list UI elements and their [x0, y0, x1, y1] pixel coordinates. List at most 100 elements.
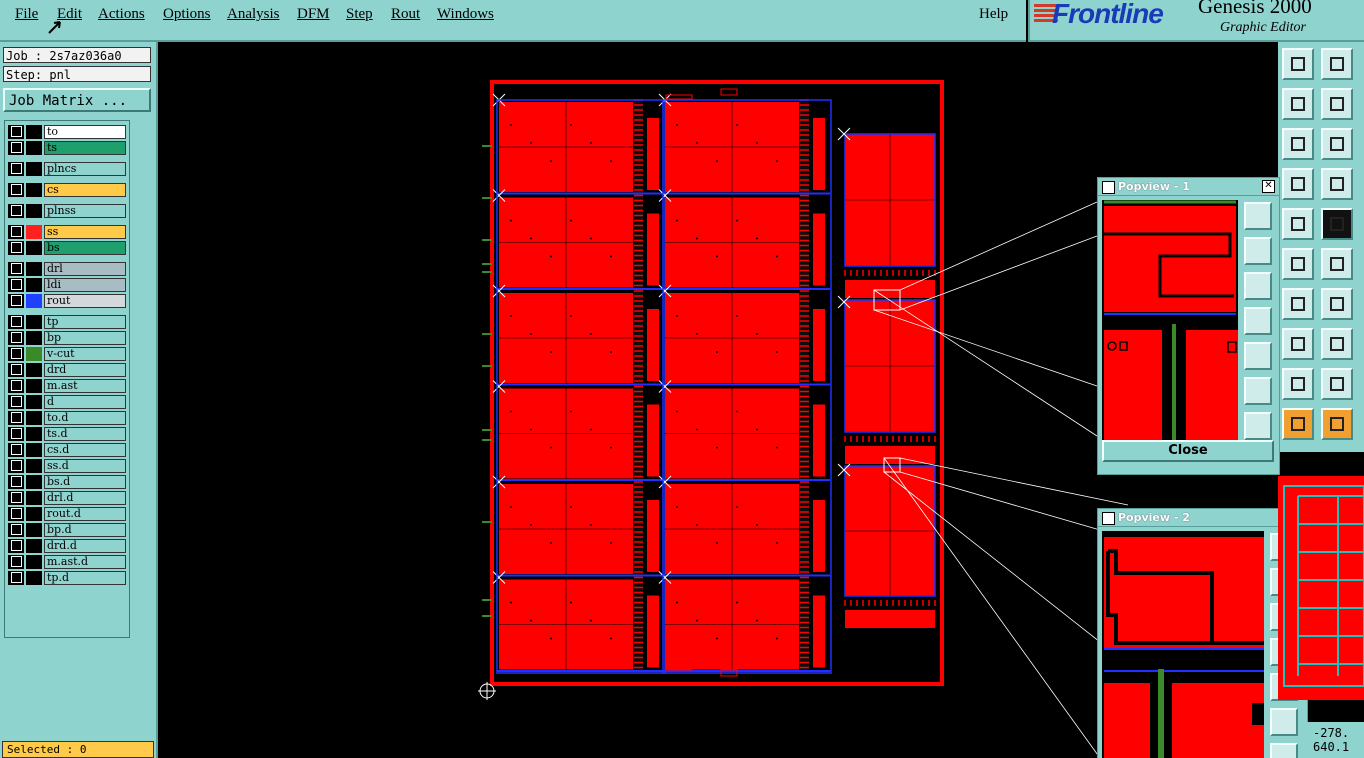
- layer-checkbox[interactable]: [11, 142, 22, 153]
- layer-color-swatch[interactable]: [26, 555, 42, 569]
- layer-name[interactable]: rout.d: [44, 507, 126, 521]
- layer-checkbox[interactable]: [11, 163, 22, 174]
- layer-checkbox[interactable]: [11, 226, 22, 237]
- layer-color-swatch[interactable]: [26, 262, 42, 276]
- delete-icon[interactable]: [1321, 248, 1353, 280]
- layer-color-swatch[interactable]: [26, 294, 42, 308]
- center-icon[interactable]: [1244, 377, 1272, 405]
- layer-checkbox[interactable]: [11, 348, 22, 359]
- layer-checkbox[interactable]: [11, 242, 22, 253]
- layer-color-swatch[interactable]: [26, 347, 42, 361]
- layer-name[interactable]: cs: [44, 183, 126, 197]
- layer-color-swatch[interactable]: [26, 315, 42, 329]
- layer-row-v-cut[interactable]: v-cut: [8, 347, 126, 361]
- polygon-icon[interactable]: [1282, 328, 1314, 360]
- layer-name[interactable]: to.d: [44, 411, 126, 425]
- job-matrix-button[interactable]: Job Matrix ...: [3, 88, 151, 112]
- layer-checkbox[interactable]: [11, 316, 22, 327]
- layer-name[interactable]: drl: [44, 262, 126, 276]
- layer-name[interactable]: bs: [44, 241, 126, 255]
- layer-name[interactable]: m.ast.d: [44, 555, 126, 569]
- cut-icon[interactable]: [1321, 368, 1353, 400]
- arc-icon[interactable]: [1321, 288, 1353, 320]
- pad-icon[interactable]: [1282, 368, 1314, 400]
- layer-color-swatch[interactable]: [26, 475, 42, 489]
- layer-row-ss[interactable]: ss: [8, 225, 126, 239]
- layer-name[interactable]: ts: [44, 141, 126, 155]
- menu-analysis[interactable]: Analysis: [227, 6, 280, 23]
- layer-checkbox[interactable]: [11, 524, 22, 535]
- layer-checkbox[interactable]: [11, 428, 22, 439]
- layer-name[interactable]: cs.d: [44, 443, 126, 457]
- layer-checkbox[interactable]: [11, 556, 22, 567]
- menu-dfm[interactable]: DFM: [297, 6, 330, 23]
- layer-color-swatch[interactable]: [26, 363, 42, 377]
- layer-name[interactable]: d: [44, 395, 126, 409]
- layer-row-rout-d[interactable]: rout.d: [8, 507, 126, 521]
- layer-color-swatch[interactable]: [26, 379, 42, 393]
- window-menu-icon[interactable]: ✕: [1102, 181, 1115, 194]
- layer-color-swatch[interactable]: [26, 162, 42, 176]
- popview-1-view[interactable]: [1102, 200, 1238, 440]
- layer-row-drd[interactable]: drd: [8, 363, 126, 377]
- layer-color-swatch[interactable]: [26, 539, 42, 553]
- layer-color-swatch[interactable]: [26, 427, 42, 441]
- layer-row-bp[interactable]: bp: [8, 331, 126, 345]
- layer-row-m-ast[interactable]: m.ast: [8, 379, 126, 393]
- layer-row-plnss[interactable]: plnss: [8, 204, 126, 218]
- add-feature-icon[interactable]: [1282, 208, 1314, 240]
- layer-checkbox[interactable]: [11, 263, 22, 274]
- layer-color-swatch[interactable]: [26, 571, 42, 585]
- layer-checkbox[interactable]: [11, 184, 22, 195]
- layer-checkbox[interactable]: [11, 295, 22, 306]
- layer-name[interactable]: tp.d: [44, 571, 126, 585]
- layer-color-swatch[interactable]: [26, 443, 42, 457]
- menu-options[interactable]: Options: [163, 6, 211, 23]
- layer-name[interactable]: ss: [44, 225, 126, 239]
- layer-color-swatch[interactable]: [26, 331, 42, 345]
- layer-checkbox[interactable]: [11, 380, 22, 391]
- pan-right-icon[interactable]: [1321, 88, 1353, 120]
- layer-row-ts[interactable]: ts: [8, 141, 126, 155]
- layer-color-swatch[interactable]: [26, 241, 42, 255]
- layer-row-cs[interactable]: cs: [8, 183, 126, 197]
- layer-color-swatch[interactable]: [26, 278, 42, 292]
- layer-row-bp-d[interactable]: bp.d: [8, 523, 126, 537]
- connect-icon[interactable]: [1282, 248, 1314, 280]
- layer-color-swatch[interactable]: [26, 459, 42, 473]
- layer-color-swatch[interactable]: [26, 225, 42, 239]
- layer-row-to-d[interactable]: to.d: [8, 411, 126, 425]
- layer-row-cs-d[interactable]: cs.d: [8, 443, 126, 457]
- layer-checkbox[interactable]: [11, 396, 22, 407]
- layer-checkbox[interactable]: [11, 279, 22, 290]
- layer-row-d[interactable]: d: [8, 395, 126, 409]
- layer-checkbox[interactable]: [11, 444, 22, 455]
- line-icon[interactable]: [1282, 288, 1314, 320]
- popview-1-titlebar[interactable]: ✕ Popview - 1 ✕: [1098, 178, 1279, 196]
- pan-left-icon[interactable]: [1282, 88, 1314, 120]
- layer-color-swatch[interactable]: [26, 523, 42, 537]
- snap-icon[interactable]: [1321, 168, 1353, 200]
- layer-color-swatch[interactable]: [26, 204, 42, 218]
- close-icon[interactable]: ✕: [1262, 180, 1275, 193]
- layer-color-swatch[interactable]: [26, 141, 42, 155]
- window-menu-icon[interactable]: ✕: [1102, 512, 1115, 525]
- triangle-icon[interactable]: [1282, 408, 1314, 440]
- layer-row-drd-d[interactable]: drd.d: [8, 539, 126, 553]
- zoom-in-icon[interactable]: [1244, 237, 1272, 265]
- measure-icon[interactable]: [1282, 168, 1314, 200]
- layer-row-tp-d[interactable]: tp.d: [8, 571, 126, 585]
- popview-close-button[interactable]: Close: [1102, 440, 1274, 462]
- layer-name[interactable]: drd.d: [44, 539, 126, 553]
- layer-name[interactable]: ss.d: [44, 459, 126, 473]
- layer-name[interactable]: drl.d: [44, 491, 126, 505]
- layer-name[interactable]: bs.d: [44, 475, 126, 489]
- fit-icon[interactable]: [1244, 342, 1272, 370]
- layer-color-swatch[interactable]: [26, 491, 42, 505]
- layer-checkbox[interactable]: [11, 205, 22, 216]
- layer-row-drl-d[interactable]: drl.d: [8, 491, 126, 505]
- layer-checkbox[interactable]: [11, 126, 22, 137]
- layer-name[interactable]: v-cut: [44, 347, 126, 361]
- zoom-box-icon[interactable]: [1244, 202, 1272, 230]
- layer-name[interactable]: plnss: [44, 204, 126, 218]
